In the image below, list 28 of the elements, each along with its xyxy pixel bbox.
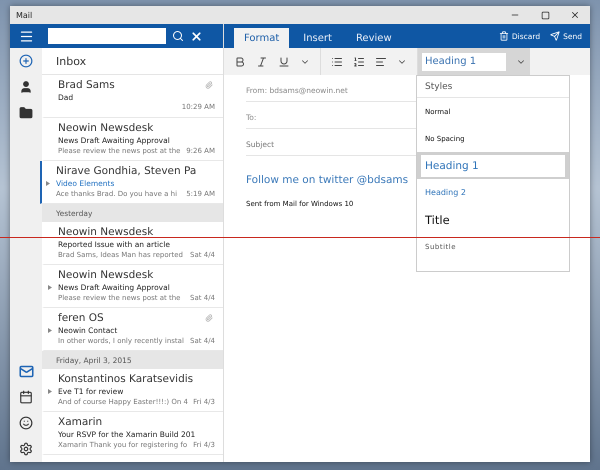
menu-icon[interactable] [18,28,34,44]
search-icon[interactable] [172,30,184,42]
trash-icon [498,31,509,41]
expand-arrow-icon[interactable] [48,328,52,333]
style-field[interactable]: Heading 1 [422,52,506,70]
ribbon-tab[interactable]: Insert [293,28,342,48]
expand-arrow-icon[interactable] [48,389,52,394]
body-text: Follow me on twitter @bdsams [246,174,410,186]
folder-title: Inbox [42,48,223,75]
expand-arrow-icon[interactable] [46,181,50,186]
style-option[interactable]: Title [417,206,569,233]
maximize-icon[interactable] [540,10,550,20]
expand-arrow-icon[interactable] [48,285,52,290]
ribbon-tab[interactable]: Format [234,28,290,48]
bold-icon[interactable] [234,56,246,68]
style-option[interactable]: Heading 1 [417,152,569,179]
close-icon[interactable] [570,10,580,20]
underline-icon[interactable] [278,56,290,68]
window-title: Mail [16,10,32,20]
search-field[interactable] [48,28,166,44]
italic-icon[interactable] [256,56,268,68]
close-icon[interactable] [190,30,203,42]
style-option[interactable]: Heading 2 [417,179,569,206]
numbered-list-icon[interactable] [353,56,365,68]
styles-title: Styles [417,76,569,98]
align-icon[interactable] [375,56,387,68]
send-icon [550,31,560,41]
ribbon-tab[interactable]: Review [346,28,402,48]
